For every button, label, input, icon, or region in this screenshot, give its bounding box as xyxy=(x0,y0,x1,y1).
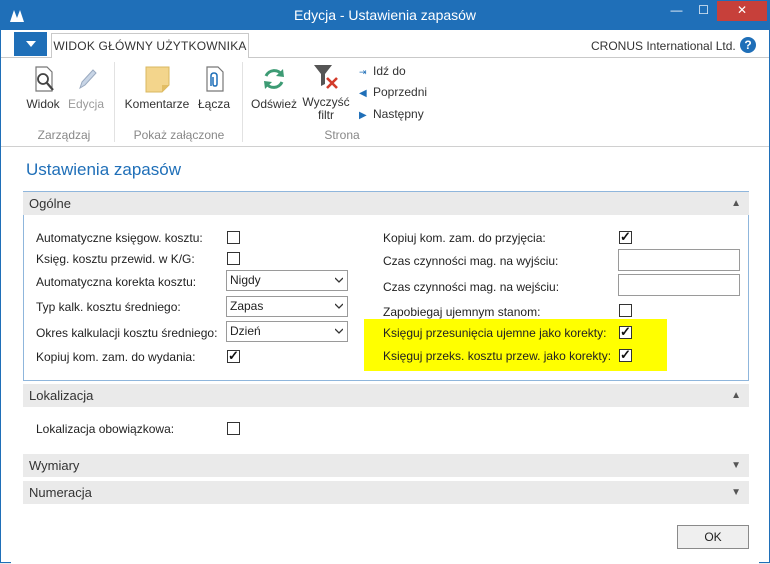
field-label: Zapobiegaj ujemnym stanom: xyxy=(383,305,541,319)
view-icon xyxy=(35,66,54,92)
tab-home[interactable]: WIDOK GŁÓWNY UŻYTKOWNIKA xyxy=(51,33,249,59)
note-icon xyxy=(145,66,170,93)
view-button[interactable]: Widok xyxy=(23,64,63,111)
go-to-button[interactable]: ⇥ Idź do xyxy=(359,64,406,78)
post-exp-cost-as-corrections-checkbox[interactable] xyxy=(619,347,632,363)
average-cost-calc-type-select[interactable]: Zapas xyxy=(226,296,348,317)
fasttab-general-header[interactable]: Ogólne ▲ xyxy=(23,192,749,215)
outbound-handling-time-input[interactable] xyxy=(618,249,740,271)
field-label: Księguj przesunięcia ujemne jako korekty… xyxy=(383,326,607,340)
pencil-icon xyxy=(79,69,97,90)
copy-comments-to-shipment-checkbox[interactable] xyxy=(227,348,240,364)
dialog-window: Edycja - Ustawienia zapasów — ☐ ✕ WIDOK … xyxy=(0,0,770,564)
clear-filter-label-2: filtr xyxy=(318,108,334,122)
copy-comments-to-receipt-checkbox[interactable] xyxy=(619,229,632,245)
auto-cost-posting-checkbox[interactable] xyxy=(227,231,240,244)
edit-button[interactable]: Edycja xyxy=(65,64,107,111)
ribbon: Widok Edycja Zarządzaj Komentarze Łącza … xyxy=(1,58,769,147)
group-label-attachments: Pokaż załączone xyxy=(133,128,225,142)
edit-button-label: Edycja xyxy=(67,97,105,111)
go-to-label: Idź do xyxy=(373,64,406,78)
view-button-label: Widok xyxy=(26,97,60,111)
application-menu-button[interactable] xyxy=(14,32,47,56)
page-title: Ustawienia zapasów xyxy=(26,160,181,179)
refresh-icon xyxy=(264,69,284,89)
select-value: Dzień xyxy=(230,324,261,338)
field-label: Automatyczne księgow. kosztu: xyxy=(36,231,203,245)
next-button[interactable]: ▶ Następny xyxy=(359,107,424,121)
chevron-down-icon[interactable]: ▼ xyxy=(731,454,741,477)
company-name: CRONUS International Ltd. xyxy=(591,39,736,53)
minimize-button[interactable]: — xyxy=(663,1,690,21)
title-bar[interactable]: Edycja - Ustawienia zapasów — ☐ ✕ xyxy=(1,1,769,30)
chevron-down-icon xyxy=(335,328,343,334)
field-label: Lokalizacja obowiązkowa: xyxy=(36,422,175,436)
previous-icon: ◀ xyxy=(359,88,367,99)
chevron-up-icon[interactable]: ▲ xyxy=(731,384,741,407)
fasttab-location-header[interactable]: Lokalizacja ▲ xyxy=(23,384,749,407)
select-value: Zapas xyxy=(230,299,264,313)
location-mandatory-checkbox[interactable] xyxy=(227,422,240,435)
prevent-negative-inventory-checkbox[interactable] xyxy=(619,304,632,317)
field-label: Typ kalk. kosztu średniego: xyxy=(36,300,181,314)
select-value: Nigdy xyxy=(230,273,261,287)
field-label: Kopiuj kom. zam. do wydania: xyxy=(36,350,196,364)
refresh-button[interactable]: Odśwież xyxy=(249,64,299,111)
group-label-page: Strona xyxy=(324,128,360,142)
field-label: Kopiuj kom. zam. do przyjęcia: xyxy=(383,231,546,245)
comments-button-label: Komentarze xyxy=(124,97,190,111)
chevron-down-icon xyxy=(335,277,343,283)
help-icon[interactable]: ? xyxy=(740,37,756,53)
window-title: Edycja - Ustawienia zapasów xyxy=(293,7,477,23)
next-icon: ▶ xyxy=(359,110,367,121)
inbound-handling-time-input[interactable] xyxy=(618,274,740,296)
group-separator xyxy=(114,62,115,142)
field-label: Czas czynności mag. na wejściu: xyxy=(383,280,560,294)
chevron-down-icon xyxy=(335,303,343,309)
links-button-label: Łącza xyxy=(197,97,231,111)
clear-filter-button[interactable]: Wyczyść filtr xyxy=(301,62,351,122)
refresh-button-label: Odśwież xyxy=(250,97,297,111)
chevron-up-icon[interactable]: ▲ xyxy=(731,192,741,215)
attachment-icon xyxy=(206,66,224,92)
field-label: Czas czynności mag. na wyjściu: xyxy=(383,254,559,268)
field-label: Automatyczna korekta kosztu: xyxy=(36,275,197,289)
fasttab-dimensions-header[interactable]: Wymiary ▼ xyxy=(23,454,749,477)
fasttab-dimensions-title: Wymiary xyxy=(29,458,80,473)
go-to-icon: ⇥ xyxy=(359,67,367,77)
chevron-down-icon[interactable]: ▼ xyxy=(731,481,741,504)
field-label: Księguj przeks. kosztu przew. jako korek… xyxy=(383,349,612,363)
fasttab-numbering-title: Numeracja xyxy=(29,485,92,500)
close-button[interactable]: ✕ xyxy=(717,1,767,21)
field-label: Księg. kosztu przewid. w K/G: xyxy=(36,252,195,266)
previous-button[interactable]: ◀ Poprzedni xyxy=(359,85,427,99)
clear-filter-icon xyxy=(314,65,338,89)
comments-button[interactable]: Komentarze xyxy=(123,64,191,111)
auto-cost-adjustment-select[interactable]: Nigdy xyxy=(226,270,348,291)
fasttab-numbering-header[interactable]: Numeracja ▼ xyxy=(23,481,749,504)
group-label-manage: Zarządzaj xyxy=(37,128,91,142)
links-button[interactable]: Łącza xyxy=(195,64,233,111)
average-cost-period-select[interactable]: Dzień xyxy=(226,321,348,342)
ok-button[interactable]: OK xyxy=(677,525,749,549)
fasttab-location-title: Lokalizacja xyxy=(29,388,94,403)
field-label: Okres kalkulacji kosztu średniego: xyxy=(36,326,218,340)
previous-label: Poprzedni xyxy=(373,85,428,99)
maximize-button[interactable]: ☐ xyxy=(690,1,717,21)
next-label: Następny xyxy=(373,107,424,121)
fasttab-general-title: Ogólne xyxy=(29,196,71,211)
expected-cost-posting-checkbox[interactable] xyxy=(227,252,240,265)
group-separator xyxy=(242,62,243,142)
post-negative-transfers-as-corrections-checkbox[interactable] xyxy=(619,324,632,340)
ribbon-tab-bar: WIDOK GŁÓWNY UŻYTKOWNIKA CRONUS Internat… xyxy=(1,30,769,59)
